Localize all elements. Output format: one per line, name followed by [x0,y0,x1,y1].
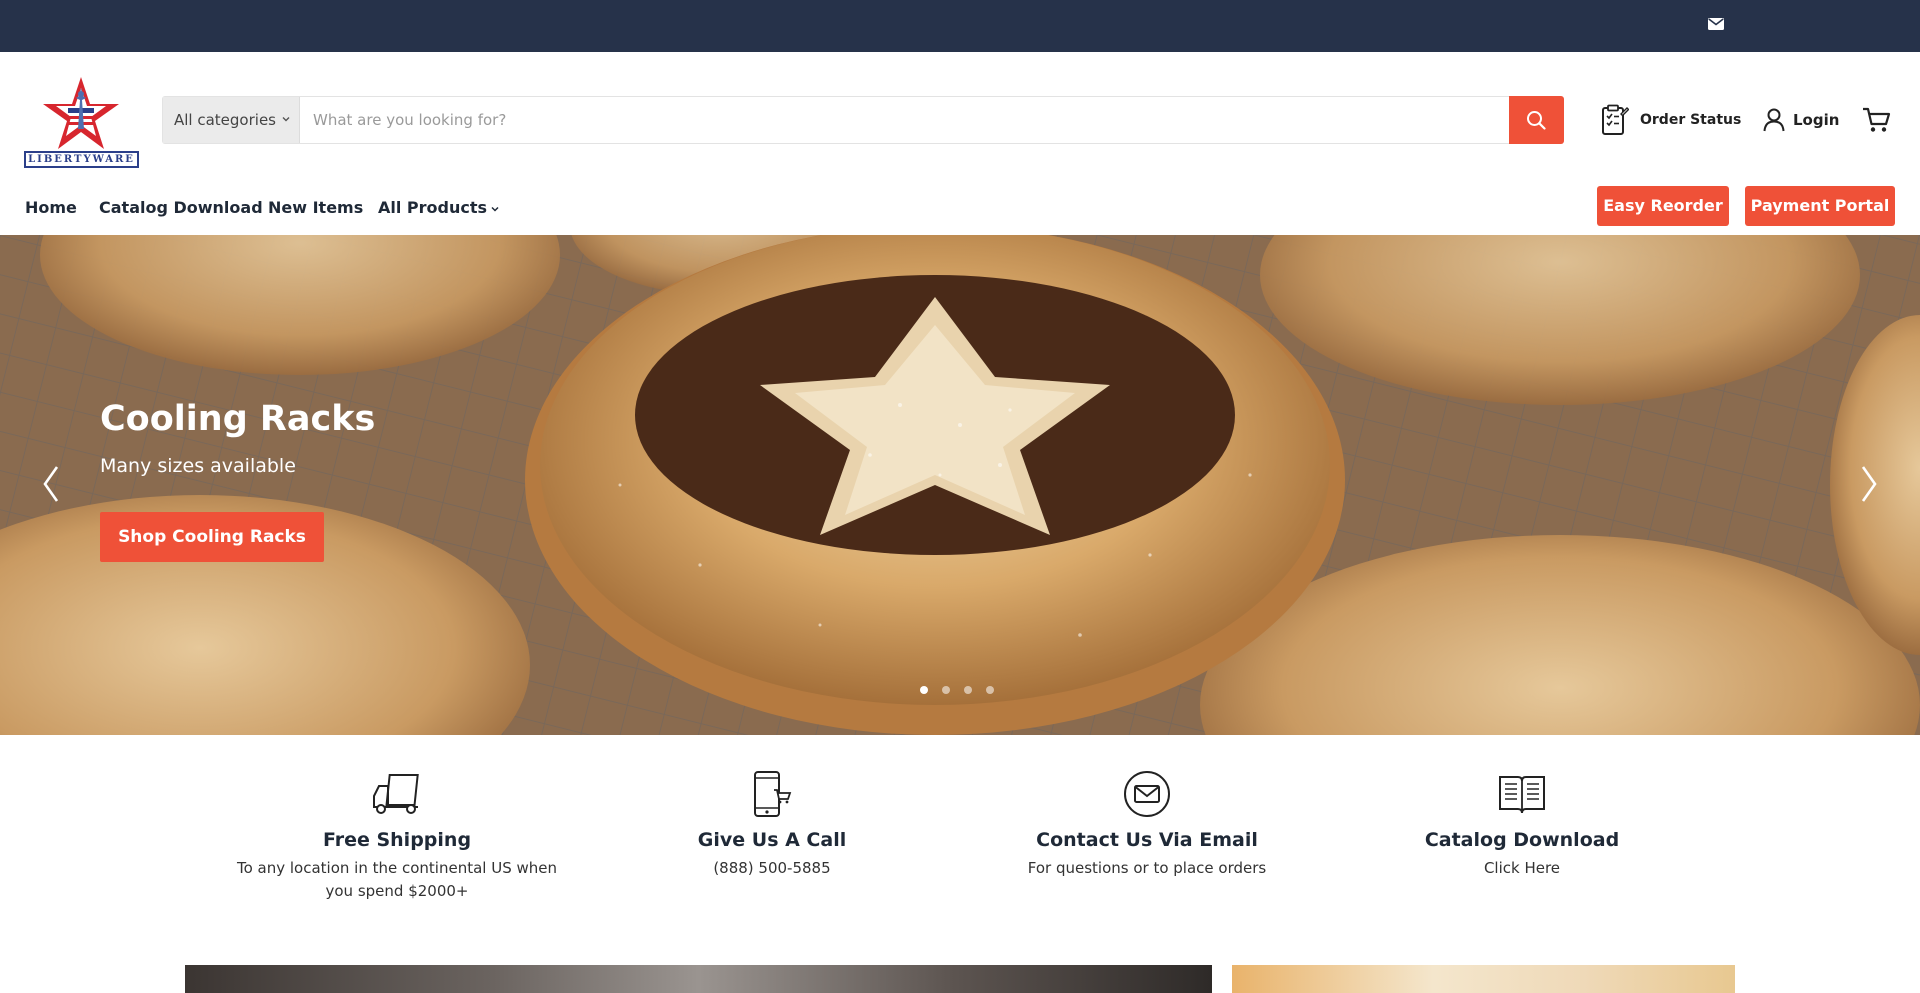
search-button[interactable] [1509,96,1564,144]
login-link[interactable]: Login [1763,106,1839,134]
feature-free-shipping: Free Shipping To any location in the con… [232,770,562,903]
feature-description: Click Here [1483,859,1561,877]
feature-description: (888) 500-5885 [713,859,831,877]
phone-cart-icon [754,771,792,817]
top-bar [0,0,1920,52]
category-select-label: All categories [174,111,276,129]
order-status-label: Order Status [1640,112,1742,128]
search-icon [1527,111,1546,130]
chevron-down-icon [282,117,290,122]
shop-cooling-racks-button[interactable]: Shop Cooling Racks [100,512,324,562]
order-status-link[interactable]: Order Status [1601,103,1741,137]
slider-dot-2[interactable] [942,686,950,694]
hero-slider: Cooling Racks Many sizes available Shop … [0,235,1920,735]
feature-title: Free Shipping [322,829,472,851]
nav-item-all-products[interactable]: All Products [378,194,499,222]
feature-description: To any location in the continental US wh… [236,859,558,900]
site-header: LIBERTYWARE All categories Order Status [0,52,1920,235]
feature-give-us-a-call[interactable]: Give Us A Call (888) 500-5885 [607,770,937,880]
cart-icon[interactable] [1862,106,1892,134]
open-book-icon [1499,776,1545,814]
feature-description: For questions or to place orders [1027,859,1267,877]
hero-title: Cooling Racks [100,399,376,439]
easy-reorder-button[interactable]: Easy Reorder [1597,186,1729,226]
chevron-down-icon [491,206,499,212]
logo-wordmark: LIBERTYWARE [24,151,139,168]
feature-title: Contact Us Via Email [1036,829,1258,851]
login-label: Login [1793,111,1840,129]
slider-dot-3[interactable] [964,686,972,694]
email-circle-icon [1124,771,1170,817]
mail-icon[interactable] [1708,18,1724,30]
chevron-right-icon[interactable] [1857,463,1881,505]
nav-item-home[interactable]: Home [25,194,77,222]
nav-item-all-products-label: All Products [378,198,488,217]
payment-portal-button[interactable]: Payment Portal [1745,186,1895,226]
slider-dot-1[interactable] [920,686,928,694]
truck-icon [373,774,419,814]
feature-catalog-download[interactable]: Catalog Download Click Here [1357,770,1687,880]
clipboard-checklist-icon [1602,104,1629,135]
nav-item-catalog-download[interactable]: Catalog Download [99,194,263,222]
search-bar: All categories [162,96,1564,144]
hero-subtitle: Many sizes available [100,455,296,477]
feature-title: Catalog Download [1424,829,1620,851]
feature-contact-email[interactable]: Contact Us Via Email For questions or to… [982,770,1312,880]
feature-title: Give Us A Call [697,829,847,851]
slider-dot-4[interactable] [986,686,994,694]
slider-dots [920,686,994,696]
category-select[interactable]: All categories [163,97,300,143]
nav-item-new-items[interactable]: New Items [268,194,363,222]
search-input[interactable] [301,97,1508,143]
hero-background-image [0,235,1920,735]
promo-tile-1-image[interactable] [185,965,1212,993]
chevron-left-icon[interactable] [39,463,63,505]
user-icon [1763,108,1785,132]
promo-tile-2-image[interactable] [1232,965,1735,993]
